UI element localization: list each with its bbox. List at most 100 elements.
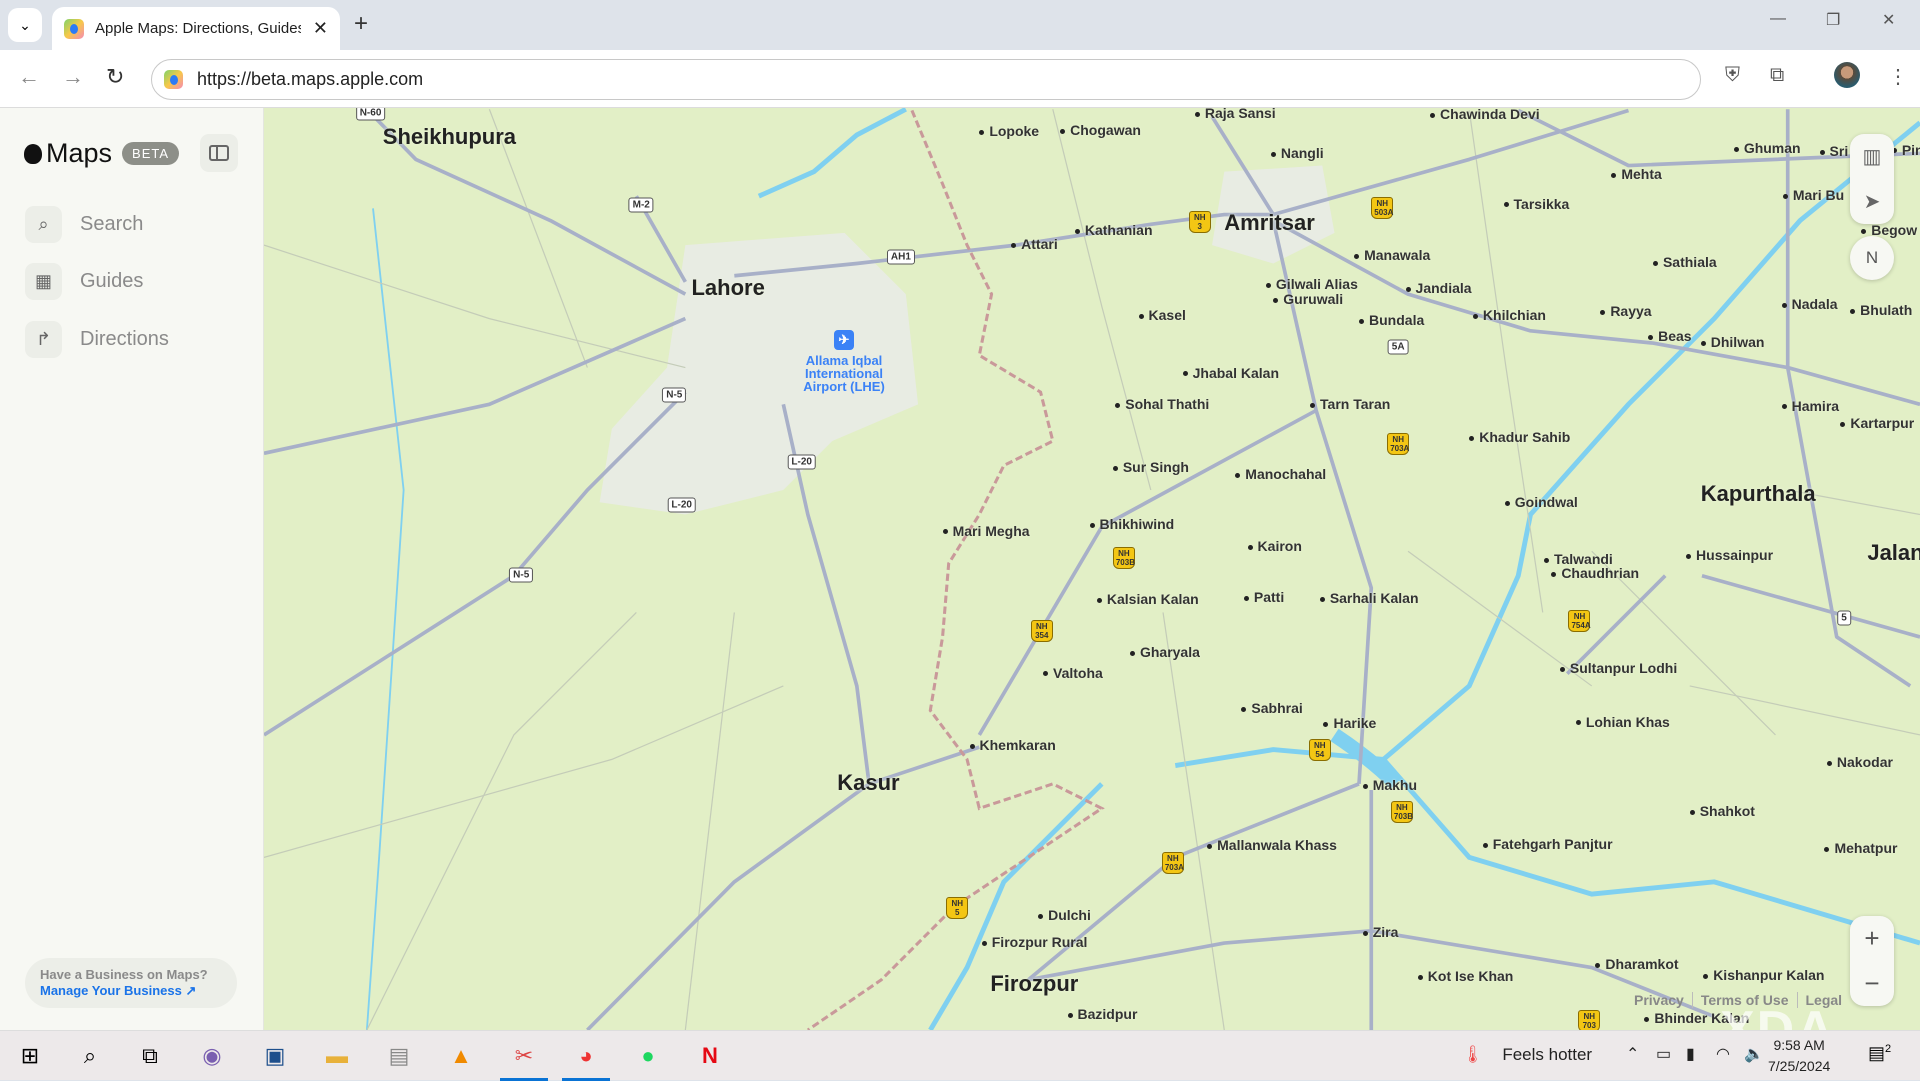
place-label[interactable]: Ghuman [1734, 140, 1801, 156]
minimize-icon[interactable]: — [1770, 10, 1786, 28]
place-label[interactable]: Makhu [1363, 777, 1417, 793]
zoom-out-button[interactable]: − [1850, 961, 1894, 1006]
shield-extension-icon[interactable]: ⛨ [1725, 64, 1740, 87]
city-label[interactable]: Kapurthala [1701, 481, 1816, 507]
place-label[interactable]: Sur Singh [1113, 459, 1189, 475]
close-icon[interactable]: ✕ [313, 18, 328, 39]
place-label[interactable]: Nangli [1271, 145, 1324, 161]
sidebar-item-guides[interactable]: ▦ Guides [25, 263, 143, 300]
zoom-in-button[interactable]: + [1850, 916, 1894, 961]
highway-shield[interactable]: NH 3 [1188, 210, 1211, 233]
highway-shield[interactable]: NH 54 [1308, 738, 1331, 761]
highway-shield[interactable]: NH 703A [1161, 851, 1184, 874]
place-label[interactable]: Harike [1323, 715, 1376, 731]
place-label[interactable]: Sarhali Kalan [1320, 590, 1419, 606]
netflix-icon[interactable]: N [694, 1040, 726, 1072]
place-label[interactable]: Khemkaran [970, 737, 1056, 753]
place-label[interactable]: Tarn Taran [1310, 396, 1390, 412]
place-label[interactable]: Chaudhrian [1551, 565, 1639, 581]
place-label[interactable]: Kasel [1139, 307, 1186, 323]
chevron-up-icon[interactable]: ⌃ [1626, 1044, 1639, 1064]
more-menu-icon[interactable]: ⋮ [1888, 64, 1908, 89]
profile-avatar[interactable] [1834, 62, 1860, 88]
place-label[interactable]: Bhulath [1850, 302, 1912, 318]
road-shield[interactable]: N-5 [662, 387, 687, 403]
place-label[interactable]: Jhabal Kalan [1183, 365, 1279, 381]
place-label[interactable]: Beas [1648, 328, 1691, 344]
windows-start-icon[interactable]: ⊞ [14, 1040, 46, 1072]
notifications-icon[interactable]: ▤2 [1868, 1043, 1891, 1064]
airport-marker[interactable]: ✈ Allama Iqbal International Airport (LH… [794, 330, 894, 393]
place-label[interactable]: Dulchi [1038, 907, 1091, 923]
place-label[interactable]: Zira [1363, 924, 1399, 940]
place-label[interactable]: Jandiala [1406, 280, 1472, 296]
place-label[interactable]: Sathiala [1653, 254, 1717, 270]
city-label[interactable]: Lahore [691, 275, 764, 301]
road-shield[interactable]: 5A [1387, 339, 1409, 355]
place-label[interactable]: Attari [1011, 236, 1058, 252]
road-shield[interactable]: M-2 [628, 197, 654, 213]
place-label[interactable]: Sabhrai [1241, 700, 1302, 716]
file-explorer-icon[interactable]: ▬ [321, 1040, 353, 1072]
forward-icon[interactable]: → [62, 64, 84, 90]
place-label[interactable]: Tarsikka [1504, 196, 1570, 212]
highway-shield[interactable]: NH 354 [1030, 620, 1053, 642]
location-arrow-icon[interactable]: ➤ [1850, 179, 1894, 224]
place-label[interactable]: Nakodar [1827, 754, 1893, 770]
place-label[interactable]: Hussainpur [1686, 547, 1773, 563]
place-label[interactable]: Pindi [1892, 142, 1920, 158]
place-label[interactable]: Dharamkot [1595, 956, 1678, 972]
place-label[interactable]: Kot Ise Khan [1418, 968, 1514, 984]
window-close-icon[interactable]: ✕ [1882, 10, 1895, 30]
highway-shield[interactable]: NH 754A [1568, 610, 1591, 633]
place-label[interactable]: Bundala [1359, 312, 1424, 328]
reload-icon[interactable]: ↻ [106, 64, 124, 90]
chrome-icon[interactable]: ◕ [562, 1040, 610, 1081]
city-label[interactable]: Kasur [837, 770, 899, 796]
volume-icon[interactable]: 🔈 [1744, 1044, 1764, 1064]
place-label[interactable]: Shahkot [1690, 803, 1755, 819]
address-bar[interactable]: https://beta.maps.apple.com [151, 59, 1701, 100]
tab-search-button[interactable]: ⌄ [8, 8, 42, 42]
place-label[interactable]: Sohal Thathi [1115, 396, 1209, 412]
place-label[interactable]: Bazidpur [1068, 1006, 1138, 1022]
battery-icon[interactable]: ▮ [1686, 1044, 1695, 1064]
place-label[interactable]: Lohian Khas [1576, 714, 1670, 730]
road-shield[interactable]: L-20 [787, 454, 816, 470]
clock[interactable]: 9:58 AM 7/25/2024 [1768, 1035, 1830, 1077]
camera-icon[interactable]: ▭ [1656, 1044, 1671, 1064]
manage-business-link[interactable]: Manage Your Business ↗ [40, 983, 237, 999]
place-label[interactable]: Khilchian [1473, 307, 1546, 323]
highway-shield[interactable]: NH 703B [1112, 546, 1135, 569]
place-label[interactable]: Manochahal [1235, 466, 1326, 482]
road-shield[interactable]: 5 [1837, 610, 1851, 626]
city-label[interactable]: Sheikhupura [383, 124, 516, 150]
snipping-tool-icon[interactable]: ✂ [500, 1040, 548, 1081]
microsoft-store-icon[interactable]: ▣ [259, 1040, 291, 1072]
highway-shield[interactable]: NH 5 [946, 896, 969, 919]
place-label[interactable]: Sri [1820, 143, 1849, 159]
road-shield[interactable]: N-5 [509, 567, 534, 583]
place-label[interactable]: Khadur Sahib [1469, 429, 1570, 445]
place-label[interactable]: Lopoke [979, 123, 1039, 139]
city-label[interactable]: Firozpur [990, 971, 1078, 997]
city-label[interactable]: Amritsar [1224, 210, 1314, 236]
compass-button[interactable]: N [1850, 236, 1894, 280]
search-icon[interactable]: ⌕ [74, 1040, 106, 1072]
privacy-link[interactable]: Privacy [1626, 992, 1692, 1008]
sidebar-item-directions[interactable]: ↱ Directions [25, 321, 169, 358]
place-label[interactable]: Raja Sansi [1195, 108, 1276, 121]
new-tab-button[interactable]: + [354, 10, 368, 38]
resource-monitor-icon[interactable]: ▤ [383, 1040, 415, 1072]
place-label[interactable]: Rayya [1600, 303, 1651, 319]
place-label[interactable]: Kalsian Kalan [1097, 591, 1199, 607]
place-label[interactable]: Chogawan [1060, 122, 1141, 138]
extensions-puzzle-icon[interactable]: ⧉ [1770, 64, 1784, 87]
spotify-icon[interactable]: ● [632, 1040, 664, 1072]
place-label[interactable]: Nadala [1782, 296, 1838, 312]
place-label[interactable]: Kishanpur Kalan [1703, 967, 1824, 983]
sidebar-toggle-button[interactable] [200, 134, 238, 172]
place-label[interactable]: Hamira [1782, 398, 1839, 414]
place-label[interactable]: Guruwali [1273, 291, 1343, 307]
place-label[interactable]: Manawala [1354, 247, 1430, 263]
